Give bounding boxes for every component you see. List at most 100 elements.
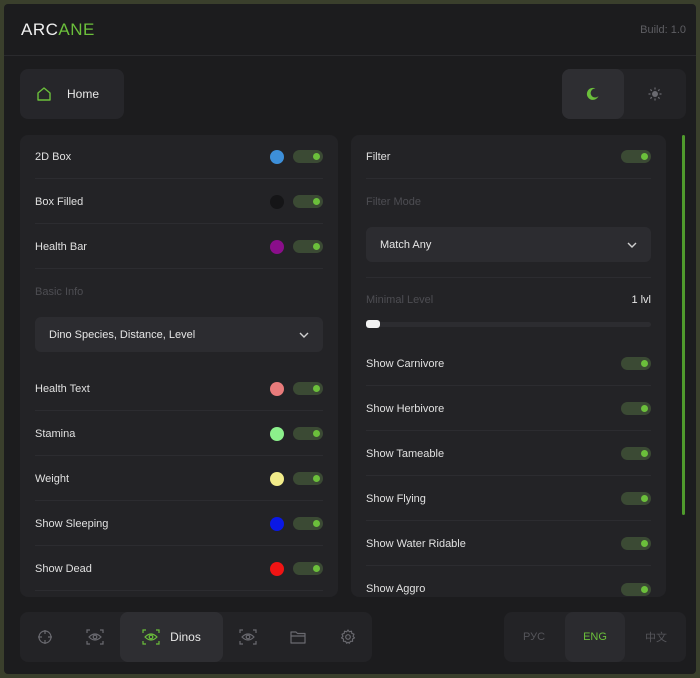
filter-mode-row: Filter Mode: [366, 180, 651, 224]
box-filled-label: Box Filled: [35, 195, 84, 208]
stamina-row: Stamina: [35, 412, 323, 456]
nav-visuals-items[interactable]: [223, 612, 273, 662]
health-bar-toggle[interactable]: [293, 240, 323, 253]
panel-scrollbar[interactable]: [682, 135, 685, 515]
basic-info-label: Basic Info: [35, 286, 84, 298]
show-aggro-label: Show Aggro: [366, 583, 426, 595]
title-bar: ARCANE Build: 1.0: [4, 4, 696, 56]
weight-row: Weight: [35, 457, 323, 501]
show-sleeping-toggle[interactable]: [293, 517, 323, 530]
folder-icon: [290, 631, 306, 644]
show-herbivore-label: Show Herbivore: [366, 402, 445, 415]
show-water-ridable-row: Show Water Ridable: [366, 522, 651, 566]
toggle-knob: [313, 565, 320, 572]
nav-visuals-players[interactable]: [70, 612, 120, 662]
show-dead-color[interactable]: [270, 561, 284, 576]
dino-filter-panel: Filter Filter Mode Match Any Minimal Lev…: [351, 135, 666, 597]
basic-info-dropdown[interactable]: Dino Species, Distance, Level: [35, 317, 323, 352]
show-flying-row: Show Flying: [366, 477, 651, 521]
home-button[interactable]: Home: [20, 69, 124, 119]
language-ru-button[interactable]: РУС: [504, 612, 564, 662]
toggle-knob: [313, 430, 320, 437]
show-aggro-toggle[interactable]: [621, 582, 651, 596]
show-herbivore-toggle[interactable]: [621, 402, 651, 415]
minimal-level-value: 1 lvl: [631, 293, 651, 306]
filter-mode-label: Filter Mode: [366, 196, 422, 208]
box-filled-row: Box Filled: [35, 180, 323, 224]
show-tameable-toggle[interactable]: [621, 447, 651, 460]
stamina-color[interactable]: [270, 426, 284, 441]
stamina-toggle[interactable]: [293, 427, 323, 440]
nav-settings[interactable]: [323, 612, 372, 662]
filter-mode-dropdown[interactable]: Match Any: [366, 227, 651, 262]
health-text-row: Health Text: [35, 367, 323, 411]
toggle-knob: [313, 475, 320, 482]
box-2d-label: 2D Box: [35, 150, 72, 163]
toggle-knob: [641, 540, 648, 547]
sun-icon: [648, 87, 662, 101]
toggle-knob: [641, 153, 648, 160]
theme-switcher: [562, 69, 686, 119]
show-carnivore-row: Show Carnivore: [366, 342, 651, 386]
moon-icon: [586, 87, 599, 100]
health-bar-color[interactable]: [270, 239, 284, 254]
box-2d-color[interactable]: [270, 149, 284, 164]
show-water-ridable-toggle[interactable]: [621, 537, 651, 550]
weight-label: Weight: [35, 472, 70, 485]
box-2d-toggle[interactable]: [293, 150, 323, 163]
nav-dinos-label: Dinos: [170, 630, 201, 644]
crosshair-icon: [38, 630, 52, 644]
toggle-knob: [313, 520, 320, 527]
toggle-knob: [641, 450, 648, 457]
health-text-toggle[interactable]: [293, 382, 323, 395]
home-label: Home: [67, 87, 100, 101]
basic-info-row: Basic Info: [35, 270, 323, 314]
nav-dinos[interactable]: Dinos: [120, 612, 223, 662]
show-carnivore-toggle[interactable]: [621, 357, 651, 370]
nav-aimbot[interactable]: [20, 612, 70, 662]
eye-scan-icon: [142, 629, 160, 645]
show-dead-label: Show Dead: [35, 562, 92, 575]
health-bar-label: Health Bar: [35, 240, 87, 253]
toggle-knob: [641, 585, 648, 593]
show-herbivore-row: Show Herbivore: [366, 387, 651, 431]
toggle-knob: [641, 495, 648, 502]
home-icon: [37, 87, 51, 101]
bottom-navigation: Dinos: [20, 612, 372, 662]
toggle-knob: [641, 405, 648, 412]
chevron-down-icon: [627, 242, 637, 248]
filter-toggle[interactable]: [621, 150, 651, 163]
language-zh-button[interactable]: 中文: [626, 612, 686, 662]
show-carnivore-label: Show Carnivore: [366, 357, 445, 370]
box-filled-color[interactable]: [270, 194, 284, 209]
language-en-button[interactable]: ENG: [565, 612, 625, 662]
health-text-label: Health Text: [35, 382, 90, 395]
weight-color[interactable]: [270, 471, 284, 486]
health-text-color[interactable]: [270, 381, 284, 396]
nav-configs[interactable]: [273, 612, 323, 662]
show-sleeping-label: Show Sleeping: [35, 517, 109, 530]
stamina-label: Stamina: [35, 427, 76, 440]
toggle-knob: [313, 198, 320, 205]
filter-mode-value: Match Any: [380, 238, 432, 251]
basic-info-value: Dino Species, Distance, Level: [49, 328, 196, 341]
light-theme-button[interactable]: [624, 69, 686, 119]
show-sleeping-color[interactable]: [270, 516, 284, 531]
toggle-knob: [641, 360, 648, 367]
dino-visuals-panel: 2D Box Box Filled Health Bar Basic Info …: [20, 135, 338, 597]
minimal-level-slider[interactable]: [366, 320, 651, 328]
box-2d-row: 2D Box: [35, 135, 323, 179]
toggle-knob: [313, 153, 320, 160]
filter-label: Filter: [366, 150, 391, 163]
show-dead-toggle[interactable]: [293, 562, 323, 575]
weight-toggle[interactable]: [293, 472, 323, 485]
show-flying-toggle[interactable]: [621, 492, 651, 505]
chevron-down-icon: [299, 332, 309, 338]
minimal-level-row: Minimal Level 1 lvl: [366, 277, 651, 321]
logo-accent: ANE: [58, 20, 95, 39]
show-water-ridable-label: Show Water Ridable: [366, 537, 466, 550]
box-filled-toggle[interactable]: [293, 195, 323, 208]
eye-scan-icon: [86, 629, 104, 645]
minimal-level-slider-handle[interactable]: [366, 320, 380, 328]
dark-theme-button[interactable]: [562, 69, 624, 119]
